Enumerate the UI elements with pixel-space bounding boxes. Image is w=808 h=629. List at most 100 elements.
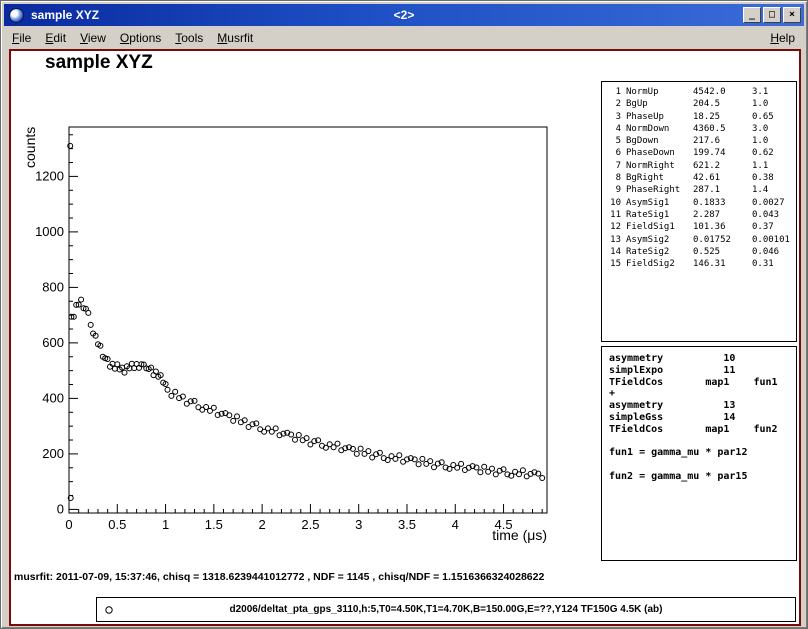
parameter-error: 0.38 — [752, 172, 796, 184]
theory-line: TFieldCos map1 fun2 — [609, 424, 796, 436]
window-title: sample XYZ — [31, 8, 99, 22]
x-axis-title: time (μs) — [492, 527, 547, 543]
data-point — [540, 476, 545, 481]
y-tick-label: 200 — [42, 446, 64, 461]
menubar: FileEditViewOptionsToolsMusrfit Help — [5, 27, 803, 48]
parameter-row: 14RateSig20.5250.046 — [602, 246, 796, 258]
menu-item-edit[interactable]: Edit — [38, 29, 73, 47]
parameter-value: 0.01752 — [693, 234, 747, 246]
legend-run-label: d2006/deltat_pta_gps_3110,h:5,T0=4.50K,T… — [97, 598, 795, 621]
plot-frame — [69, 127, 547, 513]
x-tick-label: 3.5 — [398, 517, 416, 532]
legend-box: d2006/deltat_pta_gps_3110,h:5,T0=4.50K,T… — [96, 597, 796, 622]
parameter-value: 199.74 — [693, 147, 747, 159]
data-point — [211, 405, 216, 410]
parameter-row: 10AsymSig10.18330.0027 — [602, 197, 796, 209]
parameter-row: 4NormDown4360.53.0 — [602, 123, 796, 135]
data-point — [335, 441, 340, 446]
window: sample XYZ <2> _ □ × FileEditViewOptions… — [0, 0, 808, 629]
menu-item-view[interactable]: View — [73, 29, 113, 47]
data-point — [79, 297, 84, 302]
y-tick-label: 400 — [42, 390, 64, 405]
data-point — [86, 310, 91, 315]
parameter-value: 18.25 — [693, 111, 747, 123]
data-point — [165, 387, 170, 392]
x-tick-label: 1.5 — [205, 517, 223, 532]
parameter-name: RateSig2 — [626, 246, 688, 258]
theory-line: TFieldCos map1 fun1 — [609, 377, 796, 389]
parameter-number: 3 — [605, 111, 621, 123]
parameter-number: 13 — [605, 234, 621, 246]
data-point — [227, 413, 232, 418]
data-point — [490, 466, 495, 471]
parameter-row: 2BgUp204.51.0 — [602, 98, 796, 110]
data-point — [304, 436, 309, 441]
data-point — [397, 453, 402, 458]
data-point — [478, 470, 483, 475]
close-button[interactable]: × — [783, 7, 801, 23]
parameter-name: PhaseDown — [626, 147, 688, 159]
theory-line: fun1 = gamma_mu * par12 — [609, 447, 796, 459]
x-tick-label: 3 — [355, 517, 362, 532]
axis-labels: 00.511.522.533.544.502004006008001000120… — [22, 127, 547, 543]
parameter-row: 9PhaseRight287.11.4 — [602, 184, 796, 196]
parameter-name: FieldSig1 — [626, 221, 688, 233]
data-point — [122, 370, 127, 375]
menu-item-options[interactable]: Options — [113, 29, 168, 47]
parameter-number: 10 — [605, 197, 621, 209]
parameter-error: 1.0 — [752, 135, 796, 147]
close-icon: × — [789, 9, 795, 20]
menu-item-help[interactable]: Help — [762, 29, 803, 47]
parameter-name: AsymSig2 — [626, 234, 688, 246]
parameter-number: 14 — [605, 246, 621, 258]
parameter-name: NormRight — [626, 160, 688, 172]
parameter-number: 5 — [605, 135, 621, 147]
parameter-number: 9 — [605, 184, 621, 196]
parameter-row: 13AsymSig20.017520.00101 — [602, 234, 796, 246]
data-point — [169, 393, 174, 398]
data-point — [420, 456, 425, 461]
parameter-number: 15 — [605, 258, 621, 270]
theory-line: simplExpo 11 — [609, 365, 796, 377]
data-point — [293, 437, 298, 442]
root-canvas[interactable]: sample XYZ 00.511.522.533.544.5020040060… — [9, 49, 801, 626]
x-tick-label: 0.5 — [108, 517, 126, 532]
menu-item-musrfit[interactable]: Musrfit — [210, 29, 260, 47]
parameter-error: 3.1 — [752, 86, 796, 98]
parameter-row: 3PhaseUp18.250.65 — [602, 111, 796, 123]
parameter-row: 5BgDown217.61.0 — [602, 135, 796, 147]
x-tick-label: 0 — [65, 517, 72, 532]
parameter-name: BgUp — [626, 98, 688, 110]
parameter-row: 15FieldSig2146.310.31 — [602, 258, 796, 270]
maximize-icon: □ — [769, 9, 775, 20]
theory-line: fun2 = gamma_mu * par15 — [609, 471, 796, 483]
parameter-number: 7 — [605, 160, 621, 172]
parameter-value: 621.2 — [693, 160, 747, 172]
parameter-name: NormUp — [626, 86, 688, 98]
parameter-value: 4542.0 — [693, 86, 747, 98]
data-point — [137, 365, 142, 370]
data-point — [358, 446, 363, 451]
parameter-error: 0.0027 — [752, 197, 796, 209]
minimize-button[interactable]: _ — [743, 7, 761, 23]
parameter-value: 146.31 — [693, 258, 747, 270]
parameter-number: 8 — [605, 172, 621, 184]
parameter-value: 0.1833 — [693, 197, 747, 209]
theory-box: asymmetry 10simplExpo 11TFieldCos map1 f… — [601, 346, 797, 561]
parameter-box: 1 NormUp 4542.0 3.12BgUp204.51.03PhaseUp18.… — [601, 81, 797, 342]
app-icon — [9, 8, 24, 23]
theory-line: + — [609, 388, 796, 400]
titlebar[interactable]: sample XYZ <2> _ □ × — [4, 4, 804, 26]
parameter-row: 12FieldSig1101.360.37 — [602, 221, 796, 233]
menu-item-tools[interactable]: Tools — [168, 29, 210, 47]
parameter-value: 4360.5 — [693, 123, 747, 135]
parameter-error: 1.4 — [752, 184, 796, 196]
menu-item-file[interactable]: File — [5, 29, 38, 47]
theory-line: asymmetry 10 — [609, 353, 796, 365]
parameter-number: 1 — [605, 86, 621, 98]
parameter-row: 1 NormUp 4542.0 3.1 — [602, 86, 796, 98]
parameter-name: NormDown — [626, 123, 688, 135]
data-point — [273, 426, 278, 431]
parameter-name: FieldSig2 — [626, 258, 688, 270]
maximize-button[interactable]: □ — [763, 7, 781, 23]
